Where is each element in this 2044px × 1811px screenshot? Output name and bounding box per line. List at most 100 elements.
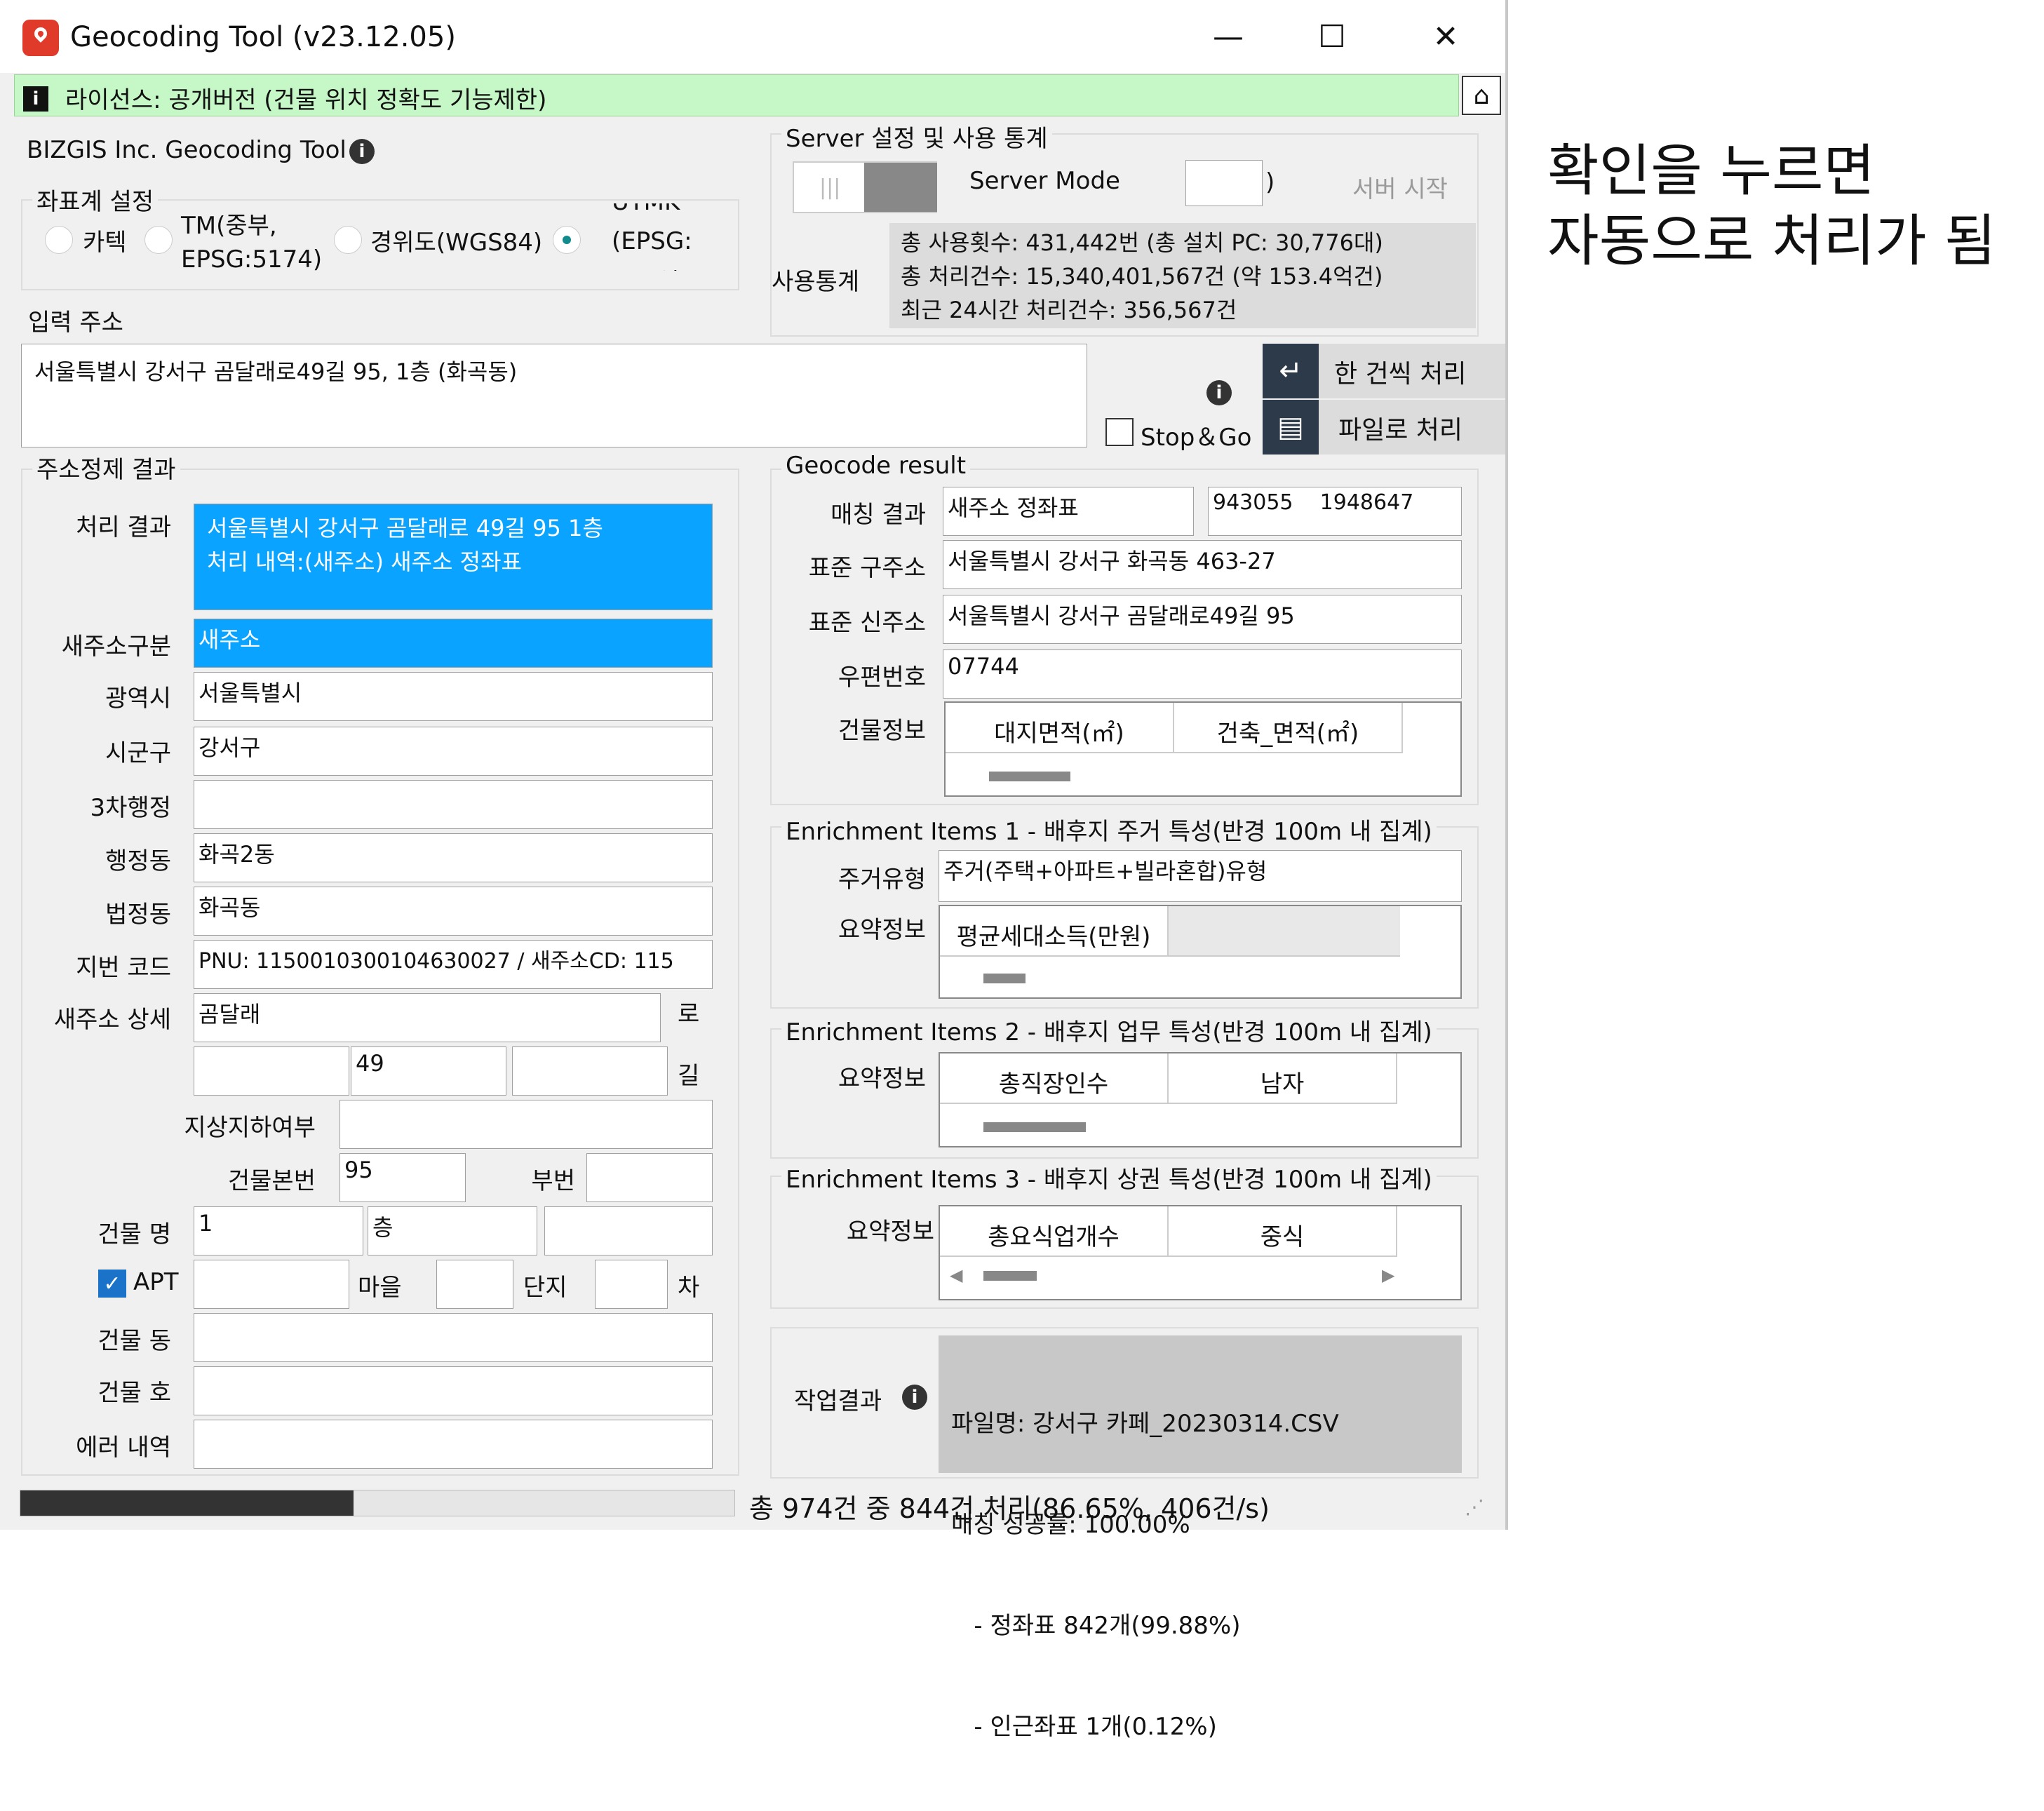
city-field[interactable]: 강서구 [194, 727, 713, 776]
grid-header[interactable]: 대지면적(㎡) [946, 703, 1174, 753]
road-number-field[interactable]: 49 [351, 1046, 506, 1096]
enrich1-title: Enrichment Items 1 - 배후지 주거 특성(반경 100m 내… [781, 812, 1437, 847]
result-box[interactable]: 서울특별시 강서구 곰달래로 49길 95 1층 처리 내역:(새주소) 새주소… [194, 504, 713, 610]
grid-header[interactable]: 총직장인수 [940, 1053, 1169, 1104]
stats-box: 총 사용횟수: 431,442번 (총 설치 PC: 30,776대) 총 처리… [889, 223, 1476, 328]
underground-field[interactable] [339, 1100, 713, 1149]
job-result-box: 파일명: 강서구 카페_20230314.CSV 매칭 성공률: 100.00%… [939, 1335, 1462, 1741]
resize-grip-icon[interactable]: ⋰ [1465, 1495, 1484, 1519]
scroll-left-icon[interactable]: ◀ [950, 1265, 962, 1285]
server-start-button[interactable]: 서버 시작 [1352, 170, 1448, 204]
radio-utmk[interactable] [553, 226, 581, 254]
annotation-line2: 자동으로 처리가 됨 [1547, 208, 1996, 274]
refine-title: 주소정제 결과 [32, 450, 180, 485]
enrich3-grid[interactable]: 총요식업개수 중식 ◀ ▶ [939, 1205, 1462, 1300]
apt-name-field[interactable] [194, 1260, 349, 1309]
zip-field[interactable]: 07744 [943, 649, 1462, 699]
bldg-ho-label: 건물 호 [98, 1379, 171, 1407]
close-button[interactable]: ✕ [1414, 13, 1477, 60]
info-icon[interactable]: i [349, 139, 375, 164]
geocoding-tool-window: Geocoding Tool (v23.12.05) — ☐ ✕ i 라이선스:… [0, 0, 1508, 1741]
old-addr-field[interactable]: 서울특별시 강서구 화곡동 463-27 [943, 540, 1462, 589]
process-file-button[interactable]: ▤ 파일로 처리 [1263, 400, 1505, 455]
file-icon: ▤ [1263, 400, 1319, 455]
title-bar: Geocoding Tool (v23.12.05) — ☐ ✕ [0, 0, 1505, 73]
enrich2-grid[interactable]: 총직장인수 남자 [939, 1052, 1462, 1147]
scroll-right-icon[interactable]: ▶ [1382, 1265, 1394, 1285]
summary-label: 요약정보 [846, 1218, 934, 1246]
floor-field[interactable]: 층 [368, 1206, 537, 1255]
coords-field[interactable]: 943055 1948647 [1208, 487, 1462, 536]
input-address-field[interactable]: 서울특별시 강서구 곰달래로49길 95, 1층 (화곡동) [21, 344, 1087, 447]
summary-label: 요약정보 [838, 1065, 926, 1093]
minimize-button[interactable]: — [1197, 13, 1260, 60]
road-subnumber-field[interactable] [512, 1046, 668, 1096]
server-port-field[interactable] [1185, 160, 1263, 206]
scroll-thumb[interactable] [989, 772, 1070, 781]
stats-line: 총 사용횟수: 431,442번 (총 설치 PC: 30,776대) [901, 229, 1383, 256]
village-field[interactable] [436, 1260, 513, 1309]
scroll-thumb[interactable] [983, 1271, 1037, 1281]
radio-utmk-label: UTMK (EPSG: 5179) [612, 203, 692, 271]
road-name-field[interactable]: 곰달래 [194, 993, 661, 1042]
grid-header[interactable]: 중식 [1169, 1206, 1397, 1257]
process-one-button[interactable]: ↵ 한 건씩 처리 [1263, 344, 1505, 398]
main-num-field[interactable]: 95 [339, 1153, 466, 1202]
radio-wgs84-label: 경위도(WGS84) [370, 229, 543, 257]
bldg-dong-field[interactable] [194, 1313, 713, 1362]
match-label: 매칭 결과 [831, 501, 926, 529]
grid-header[interactable]: 평균세대소득(만원) [940, 906, 1169, 957]
radio-wgs84[interactable] [334, 226, 362, 254]
apt-checkbox[interactable]: ✓ [98, 1270, 126, 1298]
app-label: BIZGIS Inc. Geocoding Tool [27, 136, 347, 164]
legal-dong-field[interactable]: 화곡동 [194, 887, 713, 936]
radio-utmk-clip: UTMK (EPSG: 5179) [612, 203, 717, 271]
legal-dong-label: 법정동 [105, 901, 171, 929]
grid-header[interactable]: 총요식업개수 [940, 1206, 1169, 1257]
stopgo-checkbox[interactable] [1105, 418, 1134, 446]
new-addr-field[interactable]: 서울특별시 강서구 곰달래로49길 95 [943, 595, 1462, 644]
metro-field[interactable]: 서울특별시 [194, 672, 713, 721]
home-icon[interactable]: ⌂ [1462, 76, 1501, 115]
bldg-extra-field[interactable] [544, 1206, 713, 1255]
enrich2-title: Enrichment Items 2 - 배후지 업무 특성(반경 100m 내… [781, 1013, 1437, 1047]
housing-type-field[interactable]: 주거(주택+아파트+빌라혼합)유형 [939, 850, 1462, 902]
new-addr-label: 표준 신주소 [808, 609, 926, 637]
addr-type-field[interactable]: 새주소 [194, 619, 713, 668]
bldg-ho-field[interactable] [194, 1366, 713, 1415]
maximize-button[interactable]: ☐ [1300, 13, 1364, 60]
admin-dong-field[interactable]: 화곡2동 [194, 833, 713, 882]
result-line: 서울특별시 강서구 곰달래로 49길 95 1층 [207, 515, 603, 541]
village-label: 마을 [358, 1274, 402, 1302]
enrich1-grid[interactable]: 평균세대소득(만원) [939, 905, 1462, 999]
road-prefix-field[interactable] [194, 1046, 349, 1096]
radio-tm[interactable] [144, 226, 173, 254]
enrich3-title: Enrichment Items 3 - 배후지 상권 특성(반경 100m 내… [781, 1160, 1437, 1194]
complex-field[interactable] [595, 1260, 668, 1309]
server-mode-toggle[interactable]: ||| [793, 161, 937, 213]
sub-num-field[interactable] [586, 1153, 713, 1202]
job-line: - 인근좌표 1개(0.12%) [951, 1713, 1217, 1741]
lot-code-label: 지번 코드 [76, 954, 171, 982]
cha-label: 차 [678, 1274, 700, 1302]
radio-katec[interactable] [45, 226, 73, 254]
server-paren: ) [1265, 168, 1275, 196]
bldg-info-label: 건물정보 [838, 717, 926, 745]
bldg-info-grid[interactable]: 대지면적(㎡) 건축_면적(㎡) [944, 701, 1462, 797]
grid-header[interactable]: 건축_면적(㎡) [1174, 703, 1403, 753]
scroll-thumb[interactable] [983, 974, 1026, 983]
bldg-name-field[interactable]: 1 [194, 1206, 363, 1255]
info-icon[interactable]: i [902, 1385, 927, 1410]
admin3-field[interactable] [194, 780, 713, 829]
scroll-thumb[interactable] [983, 1122, 1086, 1132]
error-field[interactable] [194, 1420, 713, 1469]
grid-header[interactable]: 남자 [1169, 1053, 1397, 1104]
zip-label: 우편번호 [838, 664, 926, 692]
job-label: 작업결과 [794, 1387, 882, 1415]
job-line: 파일명: 강서구 카페_20230314.CSV [951, 1410, 1339, 1438]
info-icon[interactable]: i [1206, 380, 1232, 405]
lot-code-field[interactable]: PNU: 1150010300104630027 / 새주소CD: 115 [194, 940, 713, 989]
window-title: Geocoding Tool (v23.12.05) [70, 21, 456, 53]
match-field[interactable]: 새주소 정좌표 [943, 487, 1194, 536]
stats-label: 사용통계 [772, 268, 860, 296]
